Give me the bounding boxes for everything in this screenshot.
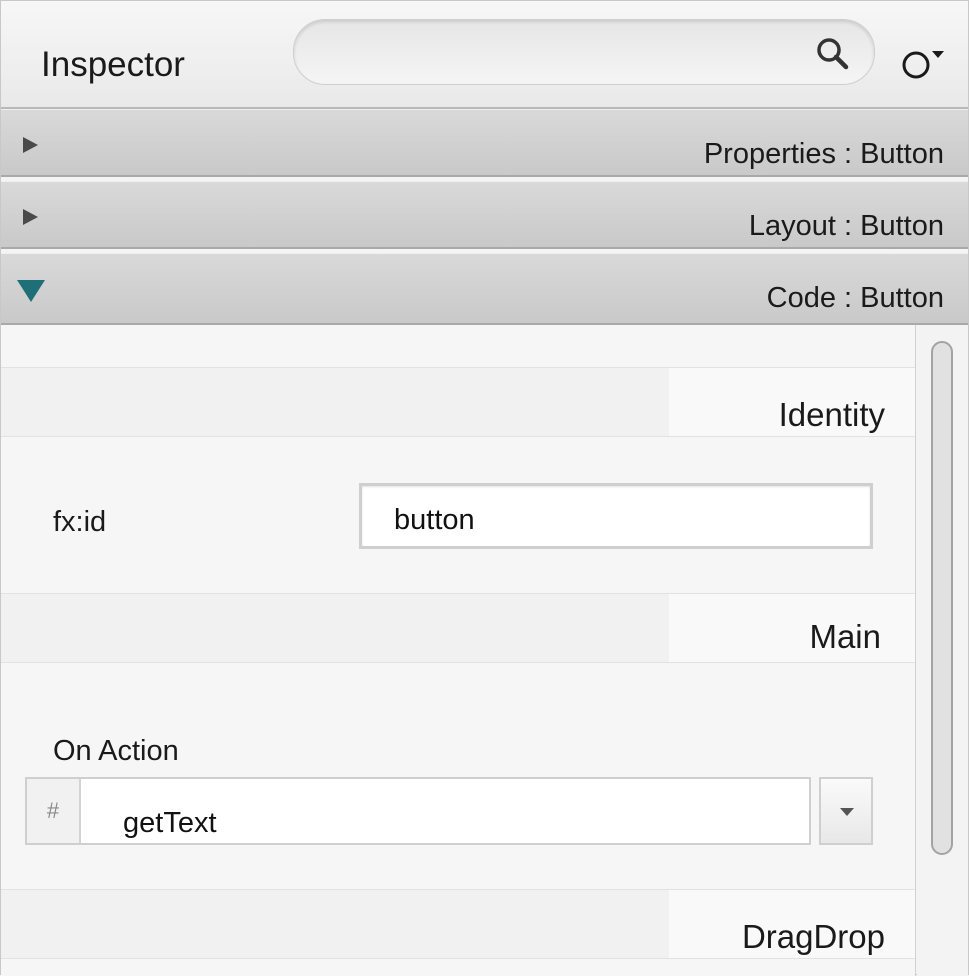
chevron-down-icon [840, 808, 854, 816]
on-action-dropdown-button[interactable] [819, 777, 873, 845]
fx-id-value: button [394, 504, 475, 536]
section-properties-label: Properties : Button [703, 138, 944, 170]
inspector-panel: Inspector Properties : Button Layout : B… [0, 0, 969, 976]
group-header-dragdrop: DragDrop [1, 889, 915, 959]
section-code-header[interactable]: Code : Button [1, 253, 968, 325]
search-input[interactable] [318, 34, 792, 70]
vertical-scrollbar[interactable] [917, 325, 968, 976]
group-label-main: Main [809, 618, 881, 655]
section-layout-label: Layout : Button [748, 210, 944, 242]
section-code-label: Code : Button [766, 282, 944, 314]
fx-id-label: fx:id [53, 506, 107, 538]
on-action-label: On Action [53, 735, 179, 767]
code-section-content: Identity Main DragDrop [1, 325, 916, 976]
settings-menu-icon[interactable] [899, 45, 949, 85]
collapse-triangle-icon [17, 280, 45, 302]
on-action-combobox[interactable]: # getText [25, 777, 811, 845]
fx-id-field[interactable]: button [359, 483, 873, 549]
panel-title: Inspector [41, 45, 185, 84]
scrollbar-thumb[interactable] [931, 341, 953, 855]
section-layout-header[interactable]: Layout : Button [1, 181, 968, 249]
hash-prefix: # [27, 779, 81, 843]
search-box[interactable] [293, 19, 875, 85]
expand-triangle-icon [23, 209, 38, 225]
section-properties-header[interactable]: Properties : Button [1, 109, 968, 177]
inspector-header: Inspector [1, 1, 968, 109]
expand-triangle-icon [23, 137, 38, 153]
group-label-identity: Identity [778, 396, 885, 433]
on-action-value: getText [123, 807, 217, 839]
group-label-dragdrop: DragDrop [741, 918, 885, 955]
group-header-main: Main [1, 593, 915, 663]
group-header-identity: Identity [1, 367, 915, 437]
search-icon[interactable] [812, 34, 852, 74]
